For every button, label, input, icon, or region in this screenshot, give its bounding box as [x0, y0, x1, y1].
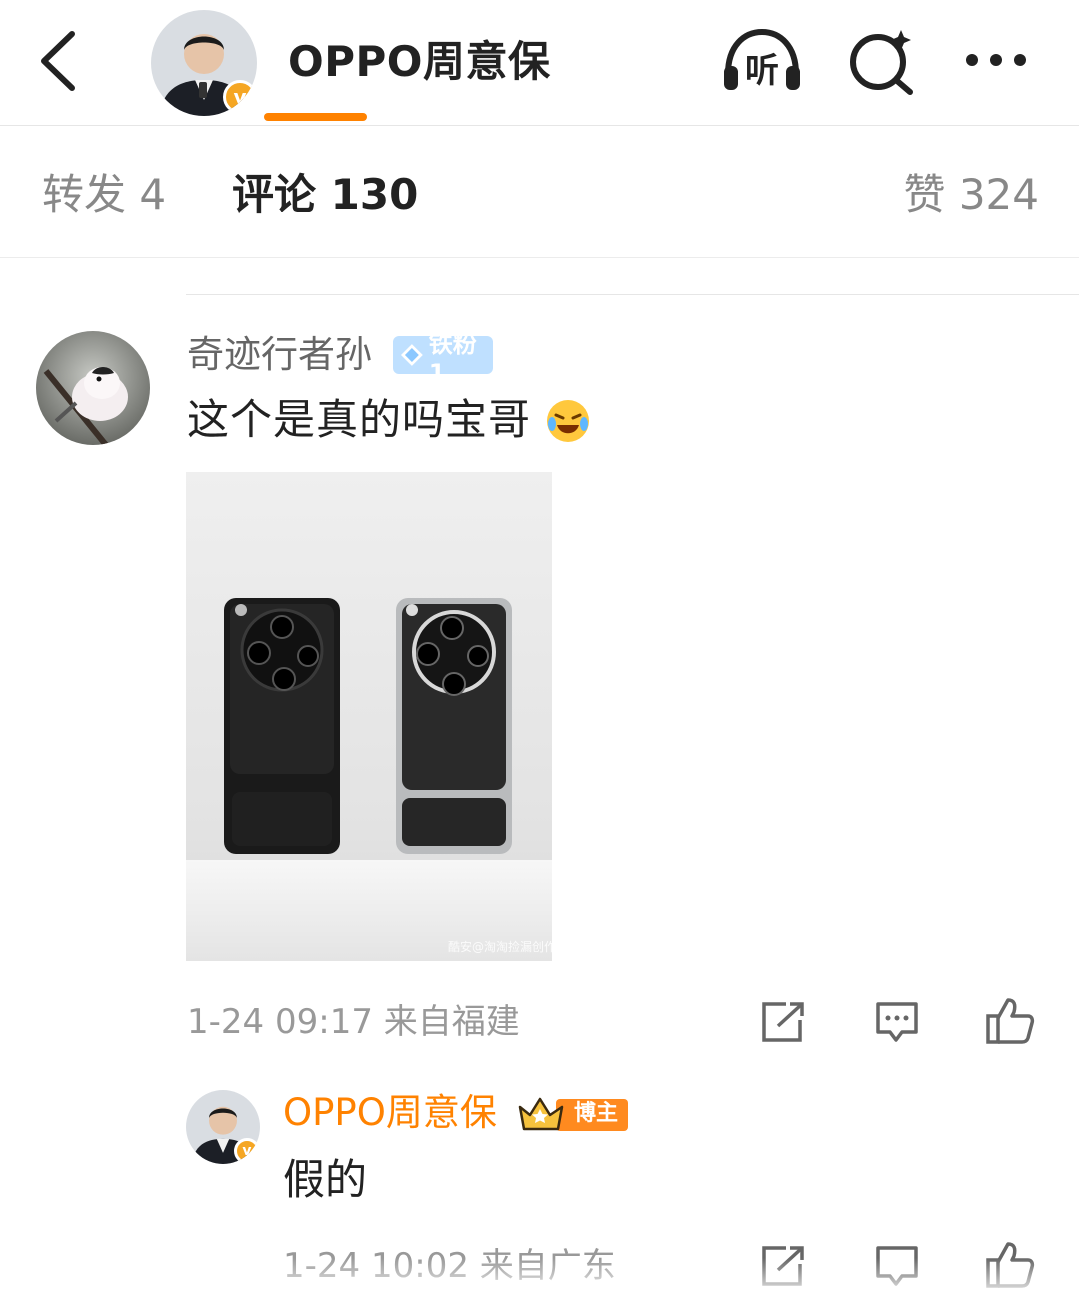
reply-button[interactable] — [874, 1000, 920, 1044]
comment-icon — [876, 1002, 918, 1042]
comment-text: 这个是真的吗宝哥 — [187, 395, 532, 444]
tab-like[interactable]: 赞 324 — [903, 169, 1039, 221]
scroll-fade — [0, 1258, 1079, 1298]
fan-level-badge: 铁粉1 — [393, 330, 493, 387]
svg-text:听: 听 — [745, 51, 779, 91]
page-title: OPPO周意保 — [288, 37, 551, 86]
verified-badge-icon: v — [223, 80, 257, 114]
share-button[interactable] — [760, 1000, 806, 1044]
like-button[interactable] — [984, 996, 1036, 1046]
ai-search-icon — [850, 30, 913, 95]
blogger-avatar[interactable]: v — [151, 10, 257, 116]
commenter-username[interactable]: 奇迹行者孙 — [187, 332, 372, 378]
divider — [186, 294, 1079, 295]
blogger-reply-avatar[interactable]: v — [186, 1090, 260, 1164]
reply-text: 假的 — [283, 1155, 368, 1204]
comment-image[interactable]: 酷安@淘淘捡漏创作社 — [186, 472, 552, 961]
reply-username[interactable]: OPPO周意保 — [283, 1090, 497, 1136]
fan-badge-label: 铁粉1 — [428, 329, 477, 387]
comment-timestamp-location: 1-24 09:17 来自福建 — [187, 1002, 520, 1042]
active-tab-indicator — [264, 113, 367, 121]
headphones-icon: 听 — [724, 28, 800, 91]
verified-badge-icon: v — [234, 1138, 260, 1164]
listen-button[interactable]: 听 — [720, 26, 804, 96]
laughing-crying-emoji-icon — [545, 398, 591, 444]
diamond-icon — [400, 344, 423, 366]
search-button[interactable] — [846, 26, 918, 96]
blogger-badge: 博主 — [518, 1093, 630, 1135]
commenter-avatar[interactable] — [36, 331, 150, 445]
image-watermark: 酷安@淘淘捡漏创作社 — [448, 940, 552, 954]
tab-comment[interactable]: 评论 130 — [232, 169, 418, 221]
more-button[interactable] — [960, 40, 1032, 80]
tab-repost[interactable]: 转发 4 — [42, 169, 166, 221]
back-button[interactable] — [30, 26, 90, 96]
tab-bar: 转发 4 评论 130 赞 324 — [0, 127, 1079, 258]
blogger-badge-label: 博主 — [574, 1101, 619, 1126]
more-dots-icon — [966, 54, 1026, 66]
chevron-left-icon — [41, 31, 75, 91]
thumbs-up-icon — [986, 998, 1035, 1044]
share-icon — [762, 1002, 804, 1042]
